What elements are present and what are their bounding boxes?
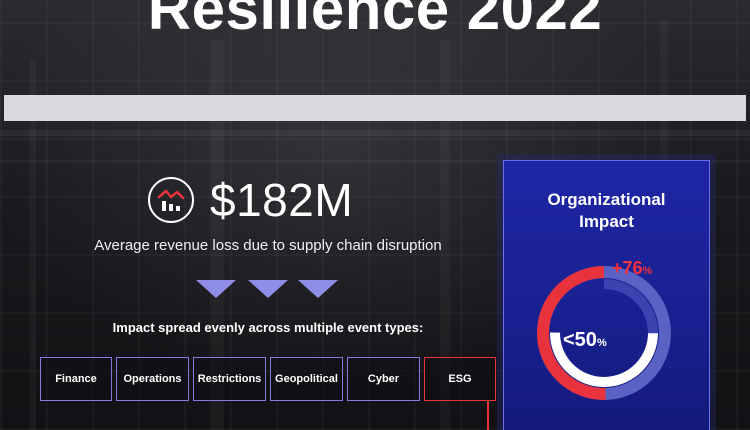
event-type-finance: Finance	[40, 357, 112, 401]
revenue-loss-value: $182M	[210, 174, 354, 226]
panel-title-line1: Organizational	[547, 190, 666, 209]
inner-percent-label: <50%	[563, 329, 607, 351]
event-type-cyber: Cyber	[347, 357, 420, 401]
esg-connector-line	[487, 401, 489, 430]
outer-percent-label: +76%	[612, 258, 653, 278]
page-title: Resilience 2022	[147, 0, 603, 42]
event-type-restrictions: Restrictions	[193, 357, 266, 401]
event-type-operations: Operations	[116, 357, 189, 401]
title-underline-bar	[4, 95, 746, 121]
revenue-loss-caption: Average revenue loss due to supply chain…	[94, 237, 442, 254]
event-type-geopolitical: Geopolitical	[270, 357, 343, 401]
organizational-impact-panel: Organizational Impact	[497, 154, 716, 430]
declining-chart-icon	[148, 177, 194, 223]
panel-title-line2: Impact	[579, 212, 634, 231]
impact-caption: Impact spread evenly across multiple eve…	[112, 320, 424, 335]
event-type-esg: ESG	[424, 357, 496, 401]
down-arrows	[196, 280, 342, 300]
down-arrow-icon	[196, 280, 236, 298]
down-arrow-icon	[248, 280, 288, 298]
down-arrow-icon	[298, 280, 338, 298]
panel-title: Organizational Impact	[504, 189, 709, 233]
revenue-stat: $182M	[148, 172, 353, 228]
